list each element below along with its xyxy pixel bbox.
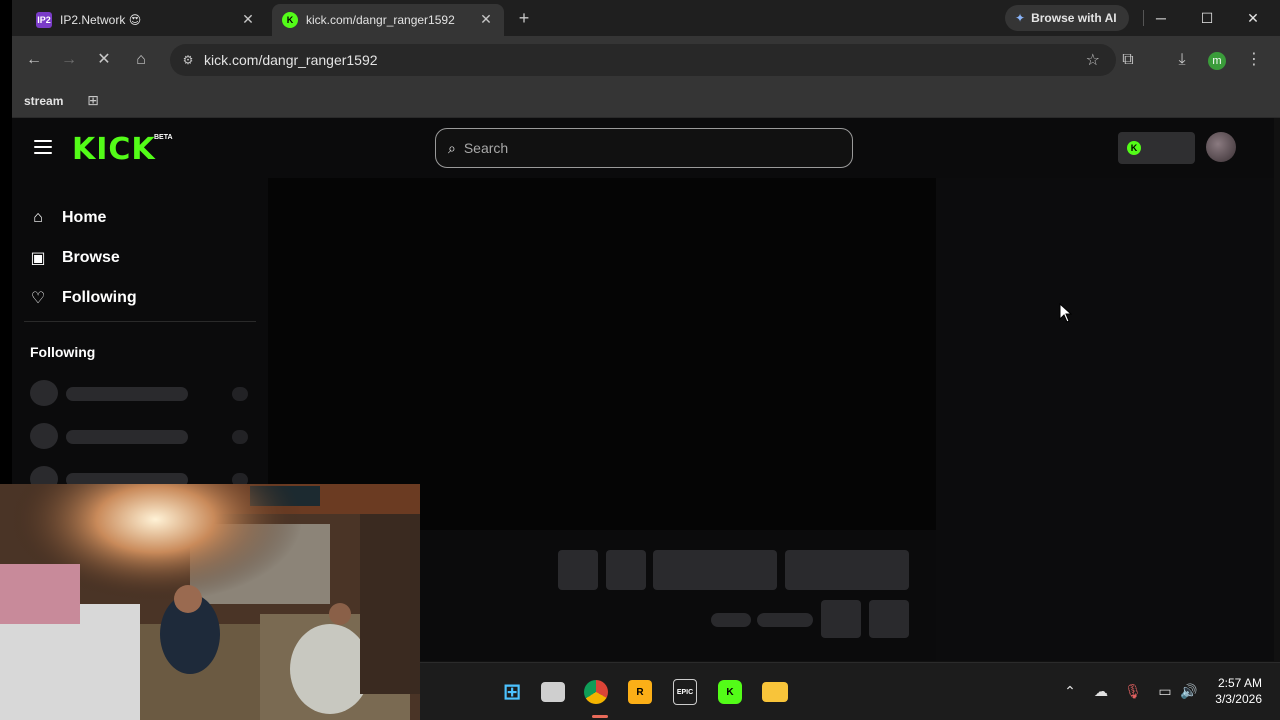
skeleton-block	[653, 550, 777, 590]
apps-grid-icon[interactable]: ⊞	[82, 89, 104, 111]
minimize-icon[interactable]: ─	[1146, 6, 1176, 30]
clock-time: 2:57 AM	[1217, 676, 1262, 690]
sidebar-nav: ⌂ Home ▣ Browse ♡ Following	[28, 198, 137, 318]
tab-title: kick.com/dangr_ranger1592	[306, 13, 455, 27]
hamburger-menu-icon[interactable]	[34, 140, 52, 154]
webcam-feed-image	[0, 484, 420, 720]
new-tab-icon[interactable]: +	[512, 8, 536, 28]
webcam-overlay	[0, 484, 420, 720]
close-tab-icon[interactable]: ✕	[240, 11, 256, 27]
kick-logo[interactable]: KICK	[72, 132, 156, 167]
microphone-icon[interactable]: 🎙	[1123, 681, 1143, 701]
tab-search-icon[interactable]: ⧉	[1116, 48, 1140, 72]
following-skeleton-row	[30, 423, 250, 449]
url-text[interactable]: kick.com/dangr_ranger1592	[204, 52, 378, 68]
sidebar-item-label: Following	[62, 289, 137, 306]
start-icon[interactable]: ⊞	[497, 677, 527, 707]
kick-k-icon: K	[1127, 141, 1141, 155]
account-button[interactable]: K	[1118, 132, 1195, 164]
sidebar-item-browse[interactable]: ▣ Browse	[28, 238, 137, 278]
skeleton-block	[558, 550, 598, 590]
search-box[interactable]: ⌕	[435, 128, 853, 168]
rockstar-icon[interactable]: R	[628, 680, 652, 704]
chrome-icon[interactable]	[584, 680, 608, 704]
bookmark-stream[interactable]: stream	[18, 90, 69, 112]
search-icon: ⌕	[448, 139, 456, 156]
skeleton-block	[606, 550, 646, 590]
tab-title: IP2.Network 😍	[60, 13, 142, 27]
sidebar-divider	[24, 321, 256, 322]
following-skeleton-row	[30, 380, 250, 406]
onedrive-off-icon[interactable]: ☁	[1091, 681, 1111, 701]
browse-icon: ▣	[30, 250, 46, 267]
home-icon: ⌂	[33, 209, 43, 226]
bookmark-star-icon[interactable]: ☆	[1086, 50, 1100, 70]
profile-avatar[interactable]: m	[1208, 52, 1226, 70]
close-tab-icon[interactable]: ✕	[478, 11, 494, 27]
clock-date: 3/3/2026	[1215, 692, 1262, 706]
maximize-icon[interactable]: ☐	[1192, 6, 1222, 30]
search-input[interactable]	[463, 140, 824, 156]
browse-with-ai-button[interactable]: ✦ Browse with AI	[1005, 5, 1129, 31]
chat-panel-placeholder	[936, 178, 1274, 661]
following-heading: Following	[30, 344, 96, 360]
skeleton-block	[821, 600, 861, 638]
back-icon[interactable]: ←	[22, 48, 46, 72]
skeleton-pill	[757, 613, 813, 627]
close-window-icon[interactable]: ✕	[1238, 6, 1268, 30]
download-icon[interactable]: ⤓	[1170, 48, 1194, 72]
sidebar-item-following[interactable]: ♡ Following	[28, 278, 137, 318]
skeleton-block	[785, 550, 909, 590]
chrome-active-indicator	[592, 715, 608, 718]
forward-icon[interactable]: →	[57, 48, 81, 72]
tab-kick[interactable]: K kick.com/dangr_ranger1592 ✕	[272, 4, 504, 36]
kick-favicon-icon: K	[282, 12, 298, 28]
beta-badge: BETA	[154, 134, 173, 141]
stop-icon[interactable]: ✕	[92, 48, 116, 72]
skeleton-block	[869, 600, 909, 638]
skeleton-pill	[711, 613, 751, 627]
video-player-placeholder[interactable]	[268, 178, 936, 530]
windows-taskbar: ⊞ R EPIC K ⌃ ☁ 🎙 ▭ 🔊 2:57 AM 3/3/2026	[420, 662, 1280, 720]
volume-icon[interactable]: 🔊	[1179, 681, 1199, 701]
task-view-icon[interactable]	[541, 682, 565, 702]
show-hidden-icons-icon[interactable]: ⌃	[1060, 681, 1080, 701]
tab-ip2-network[interactable]: IP2 IP2.Network 😍 ✕	[26, 4, 266, 36]
sparkle-icon: ✦	[1015, 11, 1026, 25]
bookmarks-bar: stream ⊞	[12, 84, 1280, 118]
ip2-favicon-icon: IP2	[36, 12, 52, 28]
sidebar-item-label: Home	[62, 209, 107, 226]
heart-icon: ♡	[30, 290, 46, 307]
epic-games-icon[interactable]: EPIC	[673, 679, 697, 705]
screen: IP2 IP2.Network 😍 ✕ K kick.com/dangr_ran…	[0, 0, 1280, 720]
separator	[1143, 10, 1144, 26]
clock[interactable]: 2:57 AM 3/3/2026	[1202, 675, 1262, 707]
address-bar[interactable]: ⚙ kick.com/dangr_ranger1592 ☆	[170, 44, 1116, 76]
tab-strip: IP2 IP2.Network 😍 ✕ K kick.com/dangr_ran…	[12, 0, 1280, 36]
network-icon[interactable]: ▭	[1155, 681, 1175, 701]
menu-kebab-icon[interactable]: ⋮	[1242, 48, 1266, 72]
user-avatar[interactable]	[1206, 132, 1236, 162]
site-info-icon[interactable]: ⚙	[178, 50, 198, 70]
browser-toolbar: ← → ✕ ⌂ ⚙ kick.com/dangr_ranger1592 ☆ ⧉ …	[12, 36, 1280, 84]
browse-with-ai-label: Browse with AI	[1031, 11, 1117, 25]
file-explorer-icon[interactable]	[762, 682, 788, 702]
sidebar-item-home[interactable]: ⌂ Home	[28, 198, 137, 238]
mouse-cursor-icon	[1059, 303, 1073, 323]
sidebar-item-label: Browse	[62, 249, 120, 266]
home-icon[interactable]: ⌂	[129, 48, 153, 72]
kick-app-icon[interactable]: K	[718, 680, 742, 704]
